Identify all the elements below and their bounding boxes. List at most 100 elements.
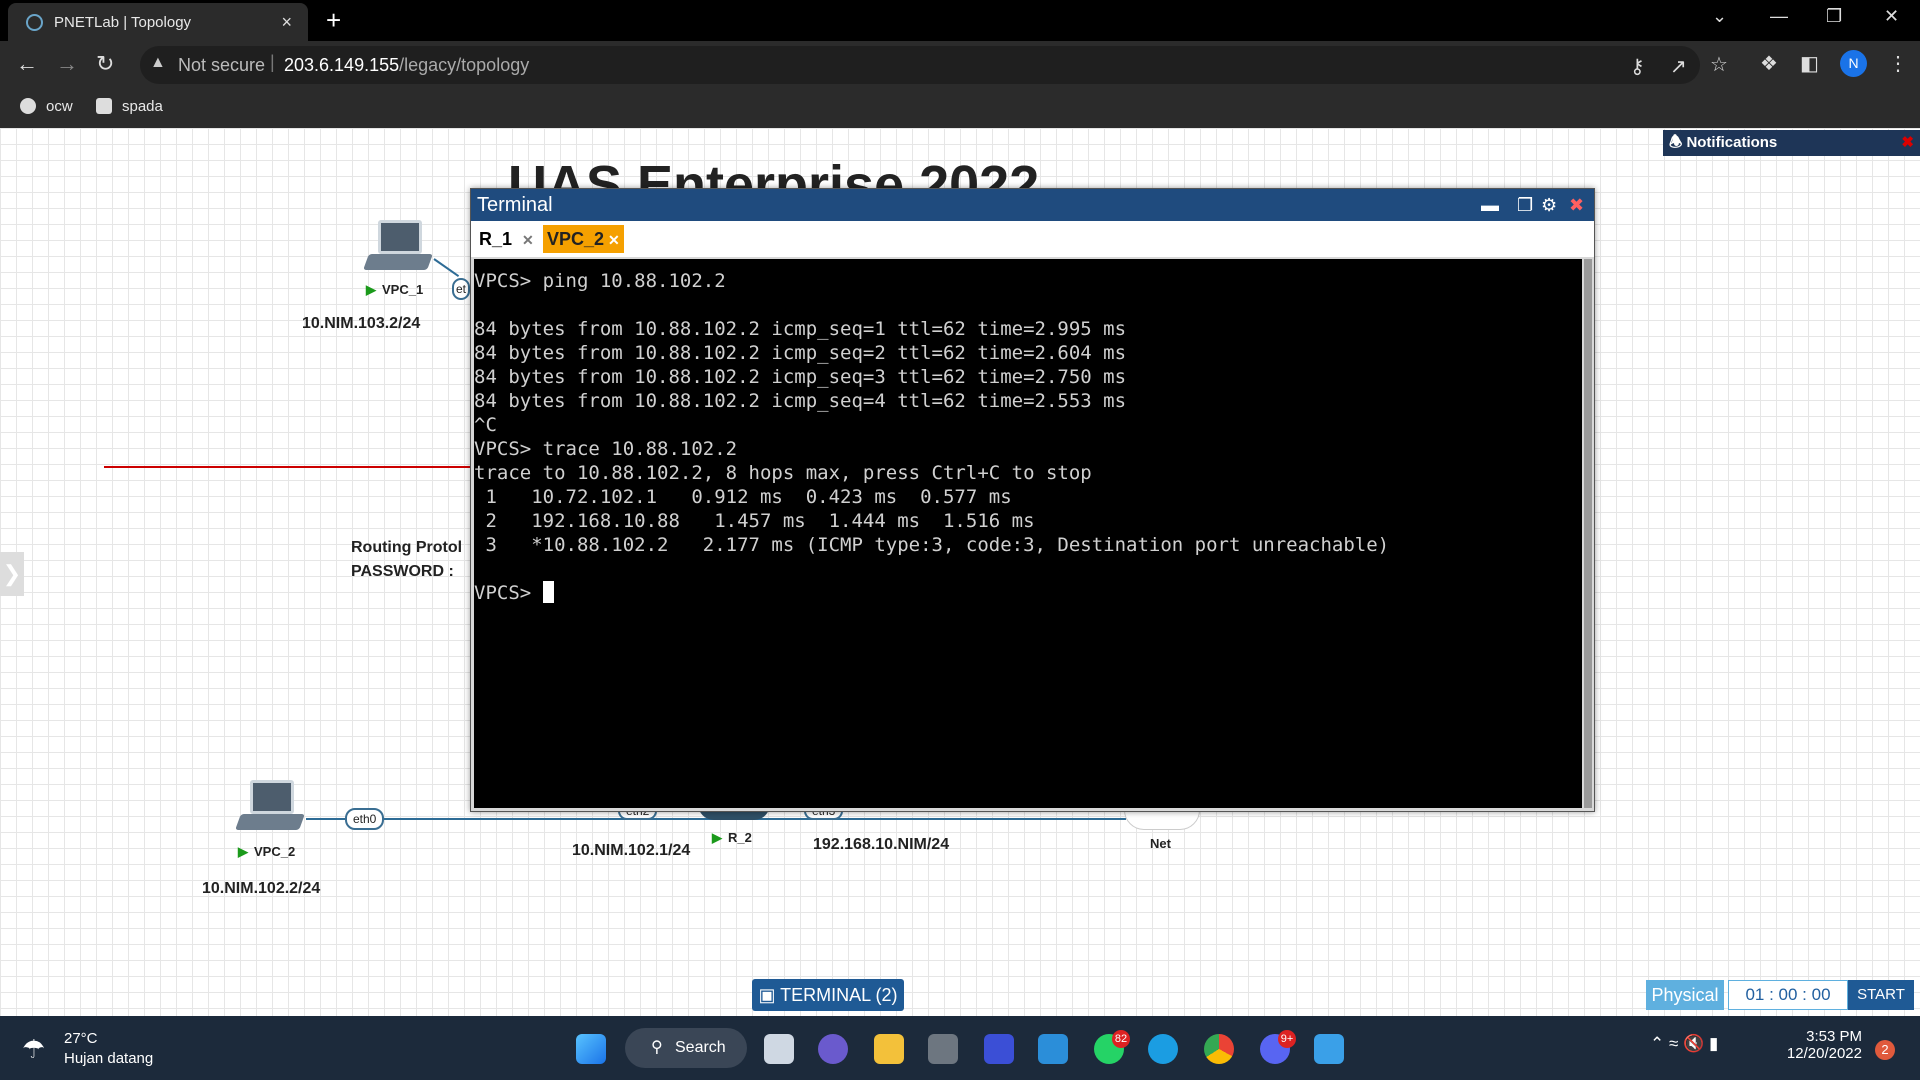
system-tray[interactable]: ⌃ ≈ 🔇 ▮ [1650,1034,1718,1054]
physical-button[interactable]: Physical [1646,980,1724,1010]
terminal-tab-vpc2[interactable]: VPC_2 ✕ [543,225,624,253]
profile-avatar[interactable]: N [1840,50,1867,77]
r2-name-text: R_2 [728,830,752,845]
windows-taskbar: ☂ 27°C Hujan datang ⚲ Search 82 9+ ⌃ ≈ 🔇 … [0,1016,1920,1080]
terminal-title: Terminal [477,194,553,216]
share-icon[interactable]: ↗ [1670,54,1687,79]
back-arrow-icon[interactable]: ← [16,51,38,77]
r2-name[interactable]: ▶ R_2 [712,830,752,846]
tab-search-chevron-icon[interactable]: ⌄ [1712,6,1727,27]
vpc1-name[interactable]: ▶ VPC_1 [366,282,423,298]
speaker-muted-icon[interactable]: 🔇 [1683,1034,1704,1053]
chrome-icon[interactable] [1204,1034,1234,1064]
menu-kebab-icon[interactable]: ⋮ [1888,51,1908,76]
bookmark-label: spada [122,98,163,115]
monitor-icon: ▣ [758,985,781,1005]
settings-gear-icon[interactable]: ⚙ [1541,189,1557,221]
close-notifications-icon[interactable]: ✖ [1901,130,1914,156]
text-cursor [542,581,554,603]
battery-icon[interactable]: ▮ [1709,1034,1718,1053]
terminal-line: 3 *10.88.102.2 2.177 ms (ICMP type:3, co… [474,534,1390,556]
link-red[interactable] [104,466,474,468]
vpc2-name[interactable]: ▶ VPC_2 [238,844,295,860]
minimize-icon[interactable]: ▬ [1481,189,1499,221]
forward-arrow-icon[interactable]: → [56,51,78,77]
keyboard-shape [363,254,433,270]
computer-icon [250,780,294,814]
routing-protocol-label: Routing Protol [351,539,463,556]
new-tab-button[interactable]: + [326,5,341,36]
umbrella-icon: ☂ [22,1034,46,1064]
unity-icon[interactable] [928,1034,958,1064]
url-host: 203.6.149.155 [284,55,400,75]
terminal-title-bar[interactable]: Terminal ▬ ❐ ⚙ ✖ [471,189,1594,221]
close-window-icon[interactable]: ✕ [1884,6,1899,27]
edge-icon[interactable] [1148,1034,1178,1064]
terminal-scrollbar[interactable] [1584,259,1592,808]
terminal-line: ^C [474,414,497,436]
wifi-icon[interactable]: ≈ [1669,1034,1678,1053]
temperature: 27°C [64,1030,98,1047]
browser-tab[interactable]: PNETLab | Topology × [8,3,308,41]
chevron-up-icon[interactable]: ⌃ [1650,1034,1664,1053]
security-label[interactable]: Not secure [178,55,265,76]
link-vpc1[interactable] [433,258,460,278]
taskbar-search[interactable]: ⚲ Search [625,1028,747,1068]
extensions-puzzle-icon[interactable]: ❖ [1760,51,1778,76]
terminal-window[interactable]: Terminal ▬ ❐ ⚙ ✖ R_1 ✕ VPC_2 ✕ VPCS> ping … [470,188,1595,812]
bookmark-ocw[interactable]: ocw [20,98,73,115]
task-view-icon[interactable] [764,1034,794,1064]
vpc2-node[interactable] [235,780,305,836]
side-panel-toggle[interactable]: ❯ [0,552,24,596]
restore-icon[interactable]: ❐ [1826,6,1842,27]
notifications-bar[interactable]: 🕭 Notifications ✖ [1663,130,1920,156]
bookmark-label: ocw [46,98,73,115]
tab-label: VPC_2 [547,229,605,249]
vpc2-iface[interactable]: eth0 [345,808,385,830]
notification-count-badge[interactable]: 2 [1875,1040,1895,1060]
tab-close-icon[interactable]: ✕ [522,232,534,248]
tab-close-icon[interactable]: ✕ [608,232,620,248]
minimize-icon[interactable]: — [1770,6,1788,27]
bookmark-spada[interactable]: spada [96,98,163,115]
clock[interactable]: 3:53 PM 12/20/2022 [1780,1028,1862,1062]
terminal-lines: VPCS> ping 10.88.102.2 84 bytes from 10.… [474,269,1582,581]
tab-close-icon[interactable]: × [281,12,292,33]
vscode-icon[interactable] [1038,1034,1068,1064]
terminal-output[interactable]: VPCS> ping 10.88.102.2 84 bytes from 10.… [474,259,1582,808]
app-icon[interactable] [984,1034,1014,1064]
search-label: Search [675,1039,726,1056]
notepad-icon[interactable] [1314,1034,1344,1064]
vpc1-name-text: VPC_1 [382,282,424,297]
bookmark-star-icon[interactable]: ☆ [1710,52,1728,77]
vpc1-iface[interactable]: et [452,278,471,300]
close-icon[interactable]: ✖ [1569,189,1584,221]
r2-eth3-ip-label: 192.168.10.NIM/24 [813,836,950,853]
play-icon: ▶ [238,844,248,859]
terminal-line: trace to 10.88.102.2, 8 hops max, press … [474,462,1092,484]
teams-chat-icon[interactable] [818,1034,848,1064]
start-button[interactable]: START [1848,980,1914,1010]
reload-icon[interactable]: ↻ [96,51,114,77]
weather-text: Hujan datang [64,1050,154,1067]
side-panel-icon[interactable]: ◧ [1800,51,1819,76]
net-name[interactable]: Net [1150,836,1171,851]
discord-badge: 9+ [1278,1030,1296,1048]
pnetlab-favicon-icon [26,14,43,31]
vpc1-node[interactable] [363,220,433,276]
notifications-label: Notifications [1686,134,1778,151]
address-bar[interactable]: ▲ Not secure | 203.6.149.155/legacy/topo… [140,46,1728,84]
terminal-line: VPCS> trace 10.88.102.2 [474,438,738,460]
file-explorer-icon[interactable] [874,1034,904,1064]
globe-icon [20,98,36,114]
maximize-icon[interactable]: ❐ [1517,189,1533,221]
terminal-button[interactable]: ▣ TERMINAL (2) [752,979,904,1011]
terminal-tab-r1[interactable]: R_1 ✕ [475,225,538,253]
url-text[interactable]: 203.6.149.155/legacy/topology [284,55,529,76]
terminal-line: 84 bytes from 10.88.102.2 icmp_seq=3 ttl… [474,366,1127,388]
clock-date: 12/20/2022 [1786,1045,1862,1062]
tab-label: R_1 [479,229,513,249]
key-icon[interactable]: ⚷ [1630,54,1645,79]
windows-start-icon[interactable] [576,1034,606,1064]
